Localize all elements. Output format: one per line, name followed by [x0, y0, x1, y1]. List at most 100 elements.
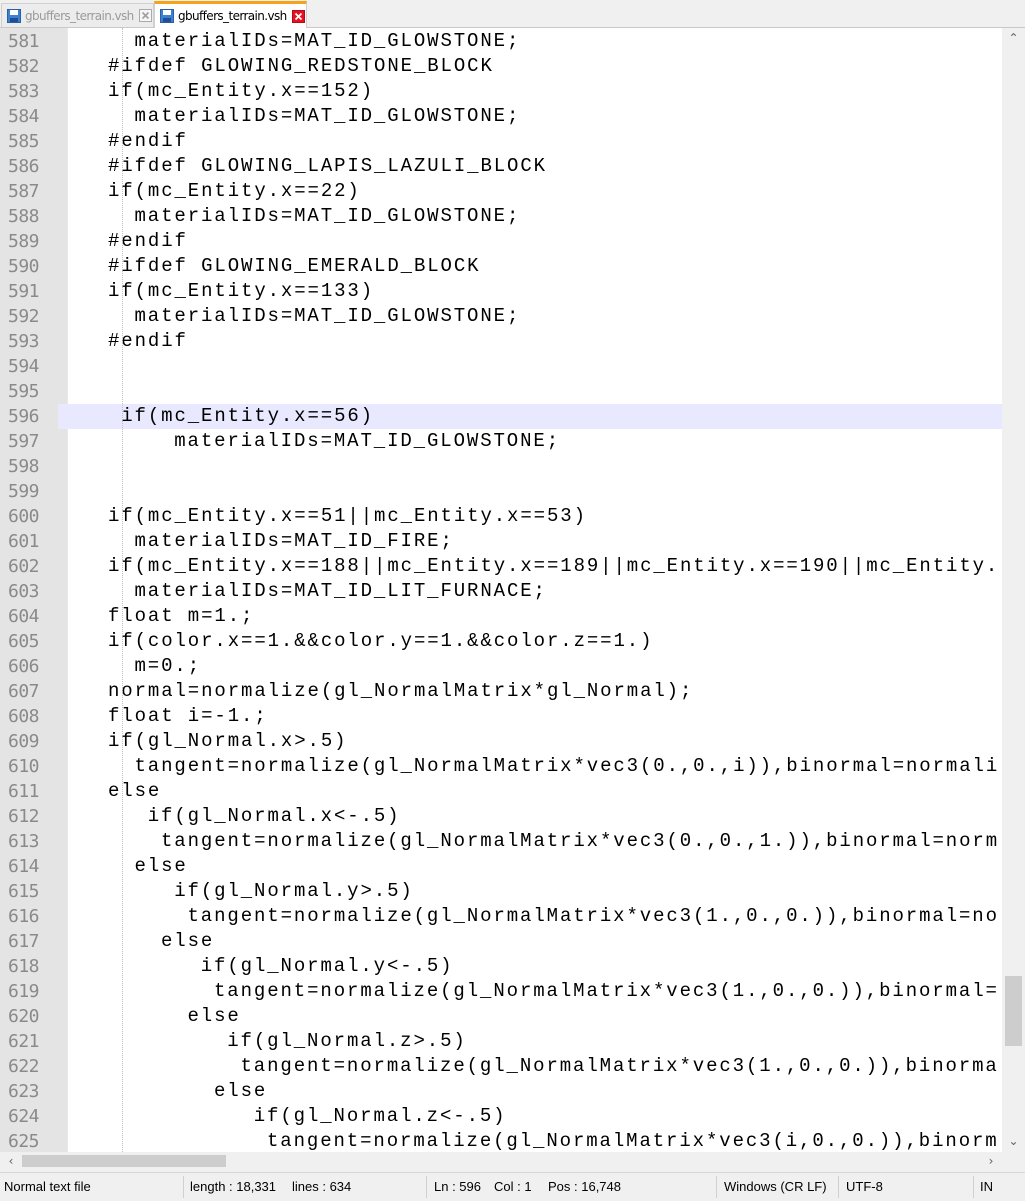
code-line[interactable]: 608 float i=-1.; — [0, 704, 1002, 729]
code-line[interactable]: 596 if(mc_Entity.x==56) — [0, 404, 1002, 429]
code-editor[interactable]: 581 materialIDs=MAT_ID_GLOWSTONE; 582 #ifde… — [0, 28, 1025, 1152]
code-line[interactable]: 595 — [0, 379, 1002, 404]
code-line[interactable]: 603 materialIDs=MAT_ID_LIT_FURNACE; — [0, 579, 1002, 604]
code-text: materialIDs=MAT_ID_GLOWSTONE; — [134, 205, 521, 227]
code-text: if(gl_Normal.z<-.5) — [253, 1105, 507, 1127]
status-insert-mode: IN — [980, 1179, 993, 1194]
line-number: 591 — [8, 281, 40, 302]
code-line[interactable]: 592 materialIDs=MAT_ID_GLOWSTONE; — [0, 304, 1002, 329]
code-text: if(gl_Normal.y<-.5) — [200, 955, 454, 977]
code-line[interactable]: 600 if(mc_Entity.x==51||mc_Entity.x==53) — [0, 504, 1002, 529]
code-line[interactable]: 581 materialIDs=MAT_ID_GLOWSTONE; — [0, 29, 1002, 54]
vertical-scrollbar[interactable]: ⌃ ⌄ — [1002, 28, 1025, 1152]
code-line[interactable]: 586 #ifdef GLOWING_LAPIS_LAZULI_BLOCK — [0, 154, 1002, 179]
code-text: float m=1.; — [108, 605, 255, 627]
code-line[interactable]: 621 if(gl_Normal.z>.5) — [0, 1029, 1002, 1054]
line-number: 601 — [8, 531, 40, 552]
scroll-down-arrow-icon[interactable]: ⌄ — [1002, 1132, 1025, 1150]
code-text: if(color.x==1.&&color.y==1.&&color.z==1.… — [108, 630, 654, 652]
code-line[interactable]: 617 else — [0, 929, 1002, 954]
code-text: tangent=normalize(gl_NormalMatrix*vec3(1… — [214, 980, 999, 1002]
code-text: else — [214, 1080, 268, 1102]
code-line[interactable]: 607 normal=normalize(gl_NormalMatrix*gl_N… — [0, 679, 1002, 704]
code-line[interactable]: 619 tangent=normalize(gl_NormalMatrix*vec… — [0, 979, 1002, 1004]
code-text: #ifdef GLOWING_EMERALD_BLOCK — [108, 255, 481, 277]
code-line[interactable]: 590 #ifdef GLOWING_EMERALD_BLOCK — [0, 254, 1002, 279]
code-text: tangent=normalize(gl_NormalMatrix*vec3(i… — [267, 1130, 999, 1152]
code-text: materialIDs=MAT_ID_GLOWSTONE; — [134, 105, 521, 127]
line-number: 594 — [8, 356, 40, 377]
status-length: length : 18,331 — [190, 1179, 277, 1194]
line-number: 599 — [8, 481, 40, 502]
horizontal-scroll-thumb[interactable] — [22, 1155, 226, 1167]
horizontal-scrollbar[interactable]: ‹ › — [0, 1152, 1002, 1170]
code-line[interactable]: 604 float m=1.; — [0, 604, 1002, 629]
close-icon[interactable] — [291, 9, 305, 23]
line-number: 597 — [8, 431, 40, 452]
code-line[interactable]: 598 — [0, 454, 1002, 479]
line-number: 620 — [8, 1006, 40, 1027]
line-number: 621 — [8, 1031, 40, 1052]
code-text: if(mc_Entity.x==22) — [108, 180, 361, 202]
code-line[interactable]: 588 materialIDs=MAT_ID_GLOWSTONE; — [0, 204, 1002, 229]
code-line[interactable]: 610 tangent=normalize(gl_NormalMatrix*vec… — [0, 754, 1002, 779]
line-number: 615 — [8, 881, 40, 902]
code-line[interactable]: 589 #endif — [0, 229, 1002, 254]
code-text: else — [108, 780, 162, 802]
code-line[interactable]: 615 if(gl_Normal.y>.5) — [0, 879, 1002, 904]
code-line[interactable]: 601 materialIDs=MAT_ID_FIRE; — [0, 529, 1002, 554]
vertical-scroll-thumb[interactable] — [1005, 976, 1022, 1046]
status-lines: lines : 634 — [292, 1179, 352, 1194]
code-line[interactable]: 594 — [0, 354, 1002, 379]
code-line[interactable]: 618 if(gl_Normal.y<-.5) — [0, 954, 1002, 979]
code-line[interactable]: 622 tangent=normalize(gl_NormalMatrix*vec… — [0, 1054, 1002, 1079]
code-line[interactable]: 616 tangent=normalize(gl_NormalMatrix*vec… — [0, 904, 1002, 929]
code-line[interactable]: 591 if(mc_Entity.x==133) — [0, 279, 1002, 304]
line-number: 609 — [8, 731, 40, 752]
line-number: 619 — [8, 981, 40, 1002]
scroll-up-arrow-icon[interactable]: ⌃ — [1002, 29, 1025, 47]
indent-guide — [122, 28, 123, 1152]
tab-gbuffers-terrain-1[interactable]: gbuffers_terrain.vsh — [1, 3, 154, 27]
code-line[interactable]: 613 tangent=normalize(gl_NormalMatrix*vec… — [0, 829, 1002, 854]
code-line[interactable]: 609 if(gl_Normal.x>.5) — [0, 729, 1002, 754]
code-text: #ifdef GLOWING_LAPIS_LAZULI_BLOCK — [108, 155, 547, 177]
code-line[interactable]: 584 materialIDs=MAT_ID_GLOWSTONE; — [0, 104, 1002, 129]
scroll-left-arrow-icon[interactable]: ‹ — [2, 1152, 20, 1170]
line-number: 606 — [8, 656, 40, 677]
line-number: 584 — [8, 106, 40, 127]
code-line[interactable]: 612 if(gl_Normal.x<-.5) — [0, 804, 1002, 829]
line-number: 583 — [8, 81, 40, 102]
code-text: materialIDs=MAT_ID_LIT_FURNACE; — [134, 580, 547, 602]
code-line[interactable]: 602 if(mc_Entity.x==188||mc_Entity.x==189… — [0, 554, 1002, 579]
code-line[interactable]: 624 if(gl_Normal.z<-.5) — [0, 1104, 1002, 1129]
tab-gbuffers-terrain-2[interactable]: gbuffers_terrain.vsh — [154, 1, 307, 28]
code-line[interactable]: 597 materialIDs=MAT_ID_GLOWSTONE; — [0, 429, 1002, 454]
code-text: else — [134, 855, 188, 877]
code-line[interactable]: 611 else — [0, 779, 1002, 804]
status-eol[interactable]: Windows (CR LF) — [724, 1173, 827, 1200]
code-line[interactable]: 623 else — [0, 1079, 1002, 1104]
code-text: m=0.; — [134, 655, 202, 677]
code-line[interactable]: 625 tangent=normalize(gl_NormalMatrix*vec… — [0, 1129, 1002, 1152]
code-text: materialIDs=MAT_ID_GLOWSTONE; — [134, 30, 521, 52]
code-line[interactable]: 582 #ifdef GLOWING_REDSTONE_BLOCK — [0, 54, 1002, 79]
code-line[interactable]: 614 else — [0, 854, 1002, 879]
code-line[interactable]: 587 if(mc_Entity.x==22) — [0, 179, 1002, 204]
code-line[interactable]: 585 #endif — [0, 129, 1002, 154]
scroll-right-arrow-icon[interactable]: › — [982, 1152, 1000, 1170]
status-separator — [716, 1176, 717, 1198]
close-icon[interactable] — [138, 9, 152, 22]
code-line[interactable]: 599 — [0, 479, 1002, 504]
code-line[interactable]: 605 if(color.x==1.&&color.y==1.&&color.z=… — [0, 629, 1002, 654]
status-file-type: Normal text file — [4, 1179, 91, 1194]
code-text: #endif — [108, 230, 188, 252]
code-line[interactable]: 593 #endif — [0, 329, 1002, 354]
code-line[interactable]: 583 if(mc_Entity.x==152) — [0, 79, 1002, 104]
code-line[interactable]: 620 else — [0, 1004, 1002, 1029]
status-encoding[interactable]: UTF-8 — [846, 1173, 883, 1200]
code-line[interactable]: 606 m=0.; — [0, 654, 1002, 679]
line-number: 616 — [8, 906, 40, 927]
status-separator — [838, 1176, 839, 1198]
code-text: if(gl_Normal.x>.5) — [108, 730, 348, 752]
